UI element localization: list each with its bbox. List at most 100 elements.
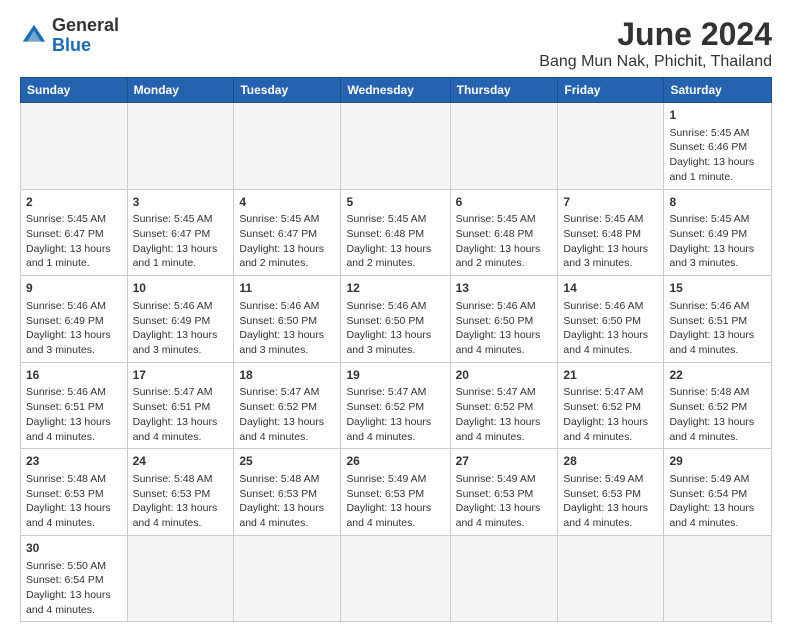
cell-info: Sunset: 6:53 PM — [26, 487, 122, 502]
calendar-cell: 10Sunrise: 5:46 AMSunset: 6:49 PMDayligh… — [127, 276, 234, 363]
cell-info: Sunset: 6:50 PM — [456, 314, 553, 329]
calendar-cell — [127, 535, 234, 622]
day-number: 25 — [239, 453, 335, 470]
cell-info: Daylight: 13 hours and 3 minutes. — [239, 328, 335, 357]
cell-info: Sunrise: 5:46 AM — [563, 299, 658, 314]
cell-info: Sunset: 6:51 PM — [26, 400, 122, 415]
cell-info: Sunrise: 5:50 AM — [26, 559, 122, 574]
cell-info: Daylight: 13 hours and 4 minutes. — [563, 415, 658, 444]
cell-info: Sunset: 6:52 PM — [239, 400, 335, 415]
cell-info: Daylight: 13 hours and 3 minutes. — [346, 328, 444, 357]
calendar-cell — [450, 535, 558, 622]
weekday-header-friday: Friday — [558, 78, 664, 103]
calendar-cell: 3Sunrise: 5:45 AMSunset: 6:47 PMDaylight… — [127, 189, 234, 276]
calendar-cell: 24Sunrise: 5:48 AMSunset: 6:53 PMDayligh… — [127, 449, 234, 536]
calendar-cell: 13Sunrise: 5:46 AMSunset: 6:50 PMDayligh… — [450, 276, 558, 363]
cell-info: Sunset: 6:50 PM — [346, 314, 444, 329]
cell-info: Sunset: 6:47 PM — [239, 227, 335, 242]
calendar-cell: 7Sunrise: 5:45 AMSunset: 6:48 PMDaylight… — [558, 189, 664, 276]
cell-info: Sunrise: 5:49 AM — [669, 472, 766, 487]
cell-info: Sunset: 6:54 PM — [669, 487, 766, 502]
calendar-cell: 27Sunrise: 5:49 AMSunset: 6:53 PMDayligh… — [450, 449, 558, 536]
cell-info: Sunrise: 5:49 AM — [563, 472, 658, 487]
day-number: 23 — [26, 453, 122, 470]
cell-info: Daylight: 13 hours and 4 minutes. — [669, 328, 766, 357]
cell-info: Daylight: 13 hours and 4 minutes. — [669, 501, 766, 530]
calendar-cell: 30Sunrise: 5:50 AMSunset: 6:54 PMDayligh… — [21, 535, 128, 622]
cell-info: Sunrise: 5:45 AM — [346, 212, 444, 227]
calendar-cell: 5Sunrise: 5:45 AMSunset: 6:48 PMDaylight… — [341, 189, 450, 276]
cell-info: Sunset: 6:48 PM — [346, 227, 444, 242]
day-number: 29 — [669, 453, 766, 470]
calendar-week-row: 23Sunrise: 5:48 AMSunset: 6:53 PMDayligh… — [21, 449, 772, 536]
calendar-cell: 9Sunrise: 5:46 AMSunset: 6:49 PMDaylight… — [21, 276, 128, 363]
cell-info: Daylight: 13 hours and 4 minutes. — [456, 501, 553, 530]
calendar-cell: 16Sunrise: 5:46 AMSunset: 6:51 PMDayligh… — [21, 362, 128, 449]
day-number: 20 — [456, 367, 553, 384]
cell-info: Sunset: 6:53 PM — [346, 487, 444, 502]
cell-info: Sunrise: 5:46 AM — [346, 299, 444, 314]
calendar-week-row: 2Sunrise: 5:45 AMSunset: 6:47 PMDaylight… — [21, 189, 772, 276]
cell-info: Daylight: 13 hours and 4 minutes. — [133, 501, 229, 530]
cell-info: Sunset: 6:51 PM — [669, 314, 766, 329]
cell-info: Daylight: 13 hours and 4 minutes. — [239, 415, 335, 444]
cell-info: Sunset: 6:48 PM — [563, 227, 658, 242]
day-number: 15 — [669, 280, 766, 297]
cell-info: Daylight: 13 hours and 4 minutes. — [26, 415, 122, 444]
cell-info: Sunrise: 5:45 AM — [133, 212, 229, 227]
day-number: 3 — [133, 194, 229, 211]
cell-info: Daylight: 13 hours and 4 minutes. — [563, 328, 658, 357]
cell-info: Daylight: 13 hours and 4 minutes. — [26, 588, 122, 617]
cell-info: Sunset: 6:50 PM — [563, 314, 658, 329]
cell-info: Daylight: 13 hours and 3 minutes. — [669, 242, 766, 271]
cell-info: Daylight: 13 hours and 3 minutes. — [26, 328, 122, 357]
day-number: 26 — [346, 453, 444, 470]
calendar-cell — [341, 535, 450, 622]
day-number: 14 — [563, 280, 658, 297]
calendar-cell: 19Sunrise: 5:47 AMSunset: 6:52 PMDayligh… — [341, 362, 450, 449]
day-number: 12 — [346, 280, 444, 297]
cell-info: Sunrise: 5:48 AM — [26, 472, 122, 487]
cell-info: Sunrise: 5:47 AM — [239, 385, 335, 400]
day-number: 22 — [669, 367, 766, 384]
cell-info: Sunset: 6:47 PM — [133, 227, 229, 242]
calendar-cell: 22Sunrise: 5:48 AMSunset: 6:52 PMDayligh… — [664, 362, 772, 449]
cell-info: Sunrise: 5:45 AM — [669, 126, 766, 141]
calendar-week-row: 9Sunrise: 5:46 AMSunset: 6:49 PMDaylight… — [21, 276, 772, 363]
cell-info: Sunset: 6:52 PM — [456, 400, 553, 415]
cell-info: Sunrise: 5:49 AM — [346, 472, 444, 487]
calendar-week-row: 1Sunrise: 5:45 AMSunset: 6:46 PMDaylight… — [21, 103, 772, 190]
day-number: 21 — [563, 367, 658, 384]
logo-text: GeneralBlue — [52, 16, 119, 56]
header: GeneralBlue June 2024 Bang Mun Nak, Phic… — [20, 16, 772, 71]
calendar-week-row: 30Sunrise: 5:50 AMSunset: 6:54 PMDayligh… — [21, 535, 772, 622]
month-title: June 2024 — [539, 16, 772, 53]
calendar-cell — [558, 535, 664, 622]
calendar-cell — [341, 103, 450, 190]
cell-info: Sunset: 6:46 PM — [669, 140, 766, 155]
cell-info: Daylight: 13 hours and 3 minutes. — [133, 328, 229, 357]
calendar-cell: 21Sunrise: 5:47 AMSunset: 6:52 PMDayligh… — [558, 362, 664, 449]
calendar-cell — [558, 103, 664, 190]
day-number: 5 — [346, 194, 444, 211]
cell-info: Sunrise: 5:45 AM — [456, 212, 553, 227]
calendar-cell — [234, 103, 341, 190]
calendar-cell: 25Sunrise: 5:48 AMSunset: 6:53 PMDayligh… — [234, 449, 341, 536]
cell-info: Sunrise: 5:47 AM — [456, 385, 553, 400]
day-number: 11 — [239, 280, 335, 297]
cell-info: Sunrise: 5:46 AM — [239, 299, 335, 314]
calendar-cell: 2Sunrise: 5:45 AMSunset: 6:47 PMDaylight… — [21, 189, 128, 276]
cell-info: Daylight: 13 hours and 2 minutes. — [346, 242, 444, 271]
cell-info: Sunset: 6:52 PM — [563, 400, 658, 415]
cell-info: Sunset: 6:51 PM — [133, 400, 229, 415]
cell-info: Sunrise: 5:47 AM — [346, 385, 444, 400]
cell-info: Daylight: 13 hours and 4 minutes. — [239, 501, 335, 530]
cell-info: Daylight: 13 hours and 4 minutes. — [669, 415, 766, 444]
calendar-cell: 17Sunrise: 5:47 AMSunset: 6:51 PMDayligh… — [127, 362, 234, 449]
day-number: 18 — [239, 367, 335, 384]
cell-info: Sunrise: 5:45 AM — [563, 212, 658, 227]
cell-info: Sunset: 6:53 PM — [456, 487, 553, 502]
weekday-header-thursday: Thursday — [450, 78, 558, 103]
day-number: 2 — [26, 194, 122, 211]
location-title: Bang Mun Nak, Phichit, Thailand — [539, 53, 772, 71]
